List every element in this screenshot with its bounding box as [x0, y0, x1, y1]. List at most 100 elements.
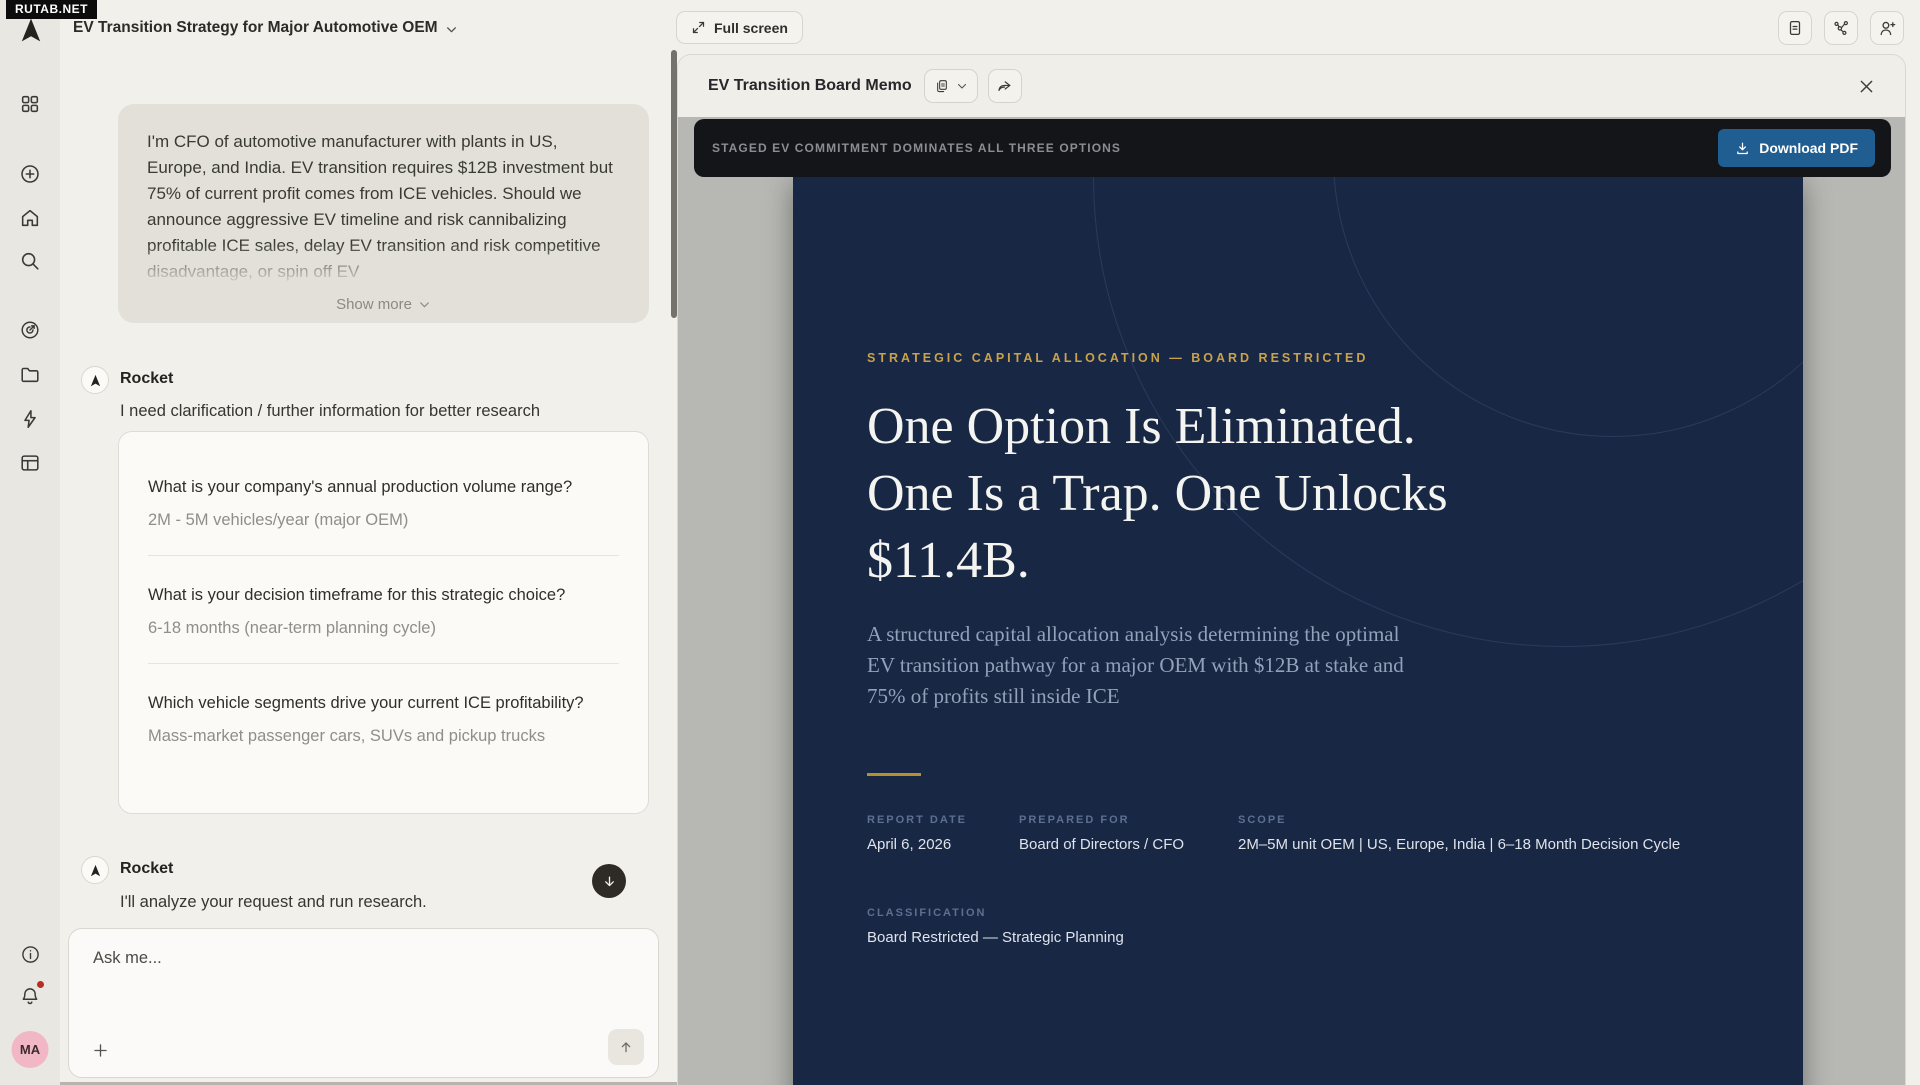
meta-label: SCOPE — [1238, 814, 1729, 826]
answer-text[interactable]: 2M - 5M vehicles/year (major OEM) — [148, 507, 619, 533]
chat-input[interactable] — [93, 949, 613, 1029]
meta-label: REPORT DATE — [867, 814, 1019, 826]
clarification-card: What is your company's annual production… — [118, 431, 649, 814]
meta-value: Board of Directors / CFO — [1019, 836, 1238, 853]
close-panel-button[interactable] — [1849, 69, 1883, 103]
meta-value: 2M–5M unit OEM | US, Europe, India | 6–1… — [1238, 836, 1729, 853]
lightning-icon[interactable] — [18, 407, 42, 431]
notifications-bell-icon[interactable] — [18, 984, 42, 1008]
document-button[interactable] — [1778, 11, 1812, 45]
followup-message: I'll analyze your request and run resear… — [120, 893, 427, 912]
answer-text[interactable]: Mass-market passenger cars, SUVs and pic… — [148, 723, 619, 749]
question-text: Which vehicle segments drive your curren… — [148, 688, 619, 718]
info-icon[interactable] — [18, 942, 42, 966]
subtitle-line: A structured capital allocation analysis… — [867, 619, 1404, 650]
conversation-title[interactable]: EV Transition Strategy for Major Automot… — [73, 19, 458, 37]
chevron-down-icon — [445, 23, 458, 36]
chevron-down-icon — [956, 80, 968, 92]
apps-grid-icon[interactable] — [18, 92, 42, 116]
document-eyebrow: STRATEGIC CAPITAL ALLOCATION — BOARD RES… — [867, 351, 1368, 365]
meta-value: Board Restricted — Strategic Planning — [867, 929, 1124, 946]
topbar-actions — [1778, 11, 1904, 45]
share-forward-icon — [996, 78, 1013, 95]
user-message-text: I'm CFO of automotive manufacturer with … — [147, 129, 620, 285]
download-pdf-button[interactable]: Download PDF — [1718, 129, 1875, 167]
document-headline: One Option Is Eliminated. One Is a Trap.… — [867, 393, 1448, 594]
plus-icon — [91, 1041, 110, 1060]
app-root: RUTAB.NET EV Transition Strategy for Maj… — [0, 0, 1920, 1085]
conversation-title-text: EV Transition Strategy for Major Automot… — [73, 19, 438, 37]
rocket-icon — [89, 374, 102, 387]
scroll-to-bottom-button[interactable] — [592, 864, 626, 898]
download-icon — [1735, 141, 1750, 156]
meta-label: CLASSIFICATION — [867, 907, 1124, 919]
meta-prepared-for: PREPARED FOR Board of Directors / CFO — [1019, 814, 1238, 853]
invite-user-button[interactable] — [1870, 11, 1904, 45]
download-pdf-label: Download PDF — [1759, 140, 1858, 156]
key-finding-text: STAGED EV COMMITMENT DOMINATES ALL THREE… — [712, 141, 1121, 155]
subtitle-line: EV transition pathway for a major OEM wi… — [867, 650, 1404, 681]
copy-button[interactable] — [924, 69, 978, 103]
arrow-down-icon — [602, 874, 617, 889]
share-button[interactable] — [988, 69, 1022, 103]
new-plus-icon[interactable] — [18, 162, 42, 186]
divider — [148, 663, 619, 664]
rocket-logo-icon — [18, 17, 44, 43]
meta-scope: SCOPE 2M–5M unit OEM | US, Europe, India… — [1238, 814, 1729, 853]
headline-line: One Option Is Eliminated. — [867, 393, 1448, 460]
arrow-up-icon — [618, 1039, 634, 1055]
rocket-icon — [89, 864, 102, 877]
show-more-button[interactable]: Show more — [118, 296, 649, 313]
subtitle-line: 75% of profits still inside ICE — [867, 681, 1404, 712]
question-text: What is your company's annual production… — [148, 472, 619, 502]
brand-badge: RUTAB.NET — [6, 0, 97, 19]
expand-icon — [691, 20, 706, 35]
artifact-header: EV Transition Board Memo — [678, 55, 1905, 117]
user-avatar[interactable]: MA — [12, 1031, 49, 1068]
target-icon[interactable] — [18, 318, 42, 342]
assistant-avatar — [81, 366, 109, 394]
user-plus-icon — [1878, 19, 1897, 38]
meta-classification: CLASSIFICATION Board Restricted — Strate… — [867, 907, 1124, 946]
chevron-down-icon — [418, 298, 431, 311]
sidebar: MA — [0, 0, 60, 1085]
home-icon[interactable] — [18, 206, 42, 230]
clarification-intro: I need clarification / further informati… — [120, 402, 540, 421]
meta-value: April 6, 2026 — [867, 836, 1019, 853]
composer — [68, 928, 659, 1078]
notification-dot — [37, 981, 44, 988]
question-text: What is your decision timeframe for this… — [148, 580, 619, 610]
fullscreen-label: Full screen — [714, 20, 788, 36]
meta-report-date: REPORT DATE April 6, 2026 — [867, 814, 1019, 853]
chat-panel: I'm CFO of automotive manufacturer with … — [60, 50, 677, 1085]
attach-button[interactable] — [87, 1037, 113, 1063]
document-subtitle: A structured capital allocation analysis… — [867, 619, 1404, 712]
copy-icon — [934, 78, 950, 94]
close-icon — [1857, 77, 1876, 96]
artifact-panel: EV Transition Board Memo STAGED EV COMMI… — [677, 54, 1906, 1085]
assistant-name: Rocket — [120, 370, 173, 388]
assistant-name: Rocket — [120, 860, 173, 878]
document-icon — [1786, 19, 1804, 37]
fullscreen-button[interactable]: Full screen — [676, 11, 803, 44]
network-graph-icon — [1832, 19, 1850, 37]
folder-icon[interactable] — [18, 362, 42, 386]
assistant-avatar — [81, 856, 109, 884]
key-finding-banner: STAGED EV COMMITMENT DOMINATES ALL THREE… — [694, 119, 1891, 177]
document-meta-row: REPORT DATE April 6, 2026 PREPARED FOR B… — [867, 814, 1729, 853]
question-item: What is your company's annual production… — [148, 472, 619, 533]
search-icon[interactable] — [18, 249, 42, 273]
answer-text[interactable]: 6-18 months (near-term planning cycle) — [148, 615, 619, 641]
integrations-button[interactable] — [1824, 11, 1858, 45]
document-preview: STAGED EV COMMITMENT DOMINATES ALL THREE… — [678, 117, 1906, 1085]
question-item: Which vehicle segments drive your curren… — [148, 688, 619, 749]
meta-label: PREPARED FOR — [1019, 814, 1238, 826]
artifact-title: EV Transition Board Memo — [708, 77, 912, 95]
send-button[interactable] — [608, 1029, 644, 1065]
user-message-bubble[interactable]: I'm CFO of automotive manufacturer with … — [118, 104, 649, 323]
document-page: STRATEGIC CAPITAL ALLOCATION — BOARD RES… — [793, 177, 1803, 1085]
layout-icon[interactable] — [18, 451, 42, 475]
divider — [148, 555, 619, 556]
headline-line: One Is a Trap. One Unlocks — [867, 460, 1448, 527]
headline-line: $11.4B. — [867, 527, 1448, 594]
